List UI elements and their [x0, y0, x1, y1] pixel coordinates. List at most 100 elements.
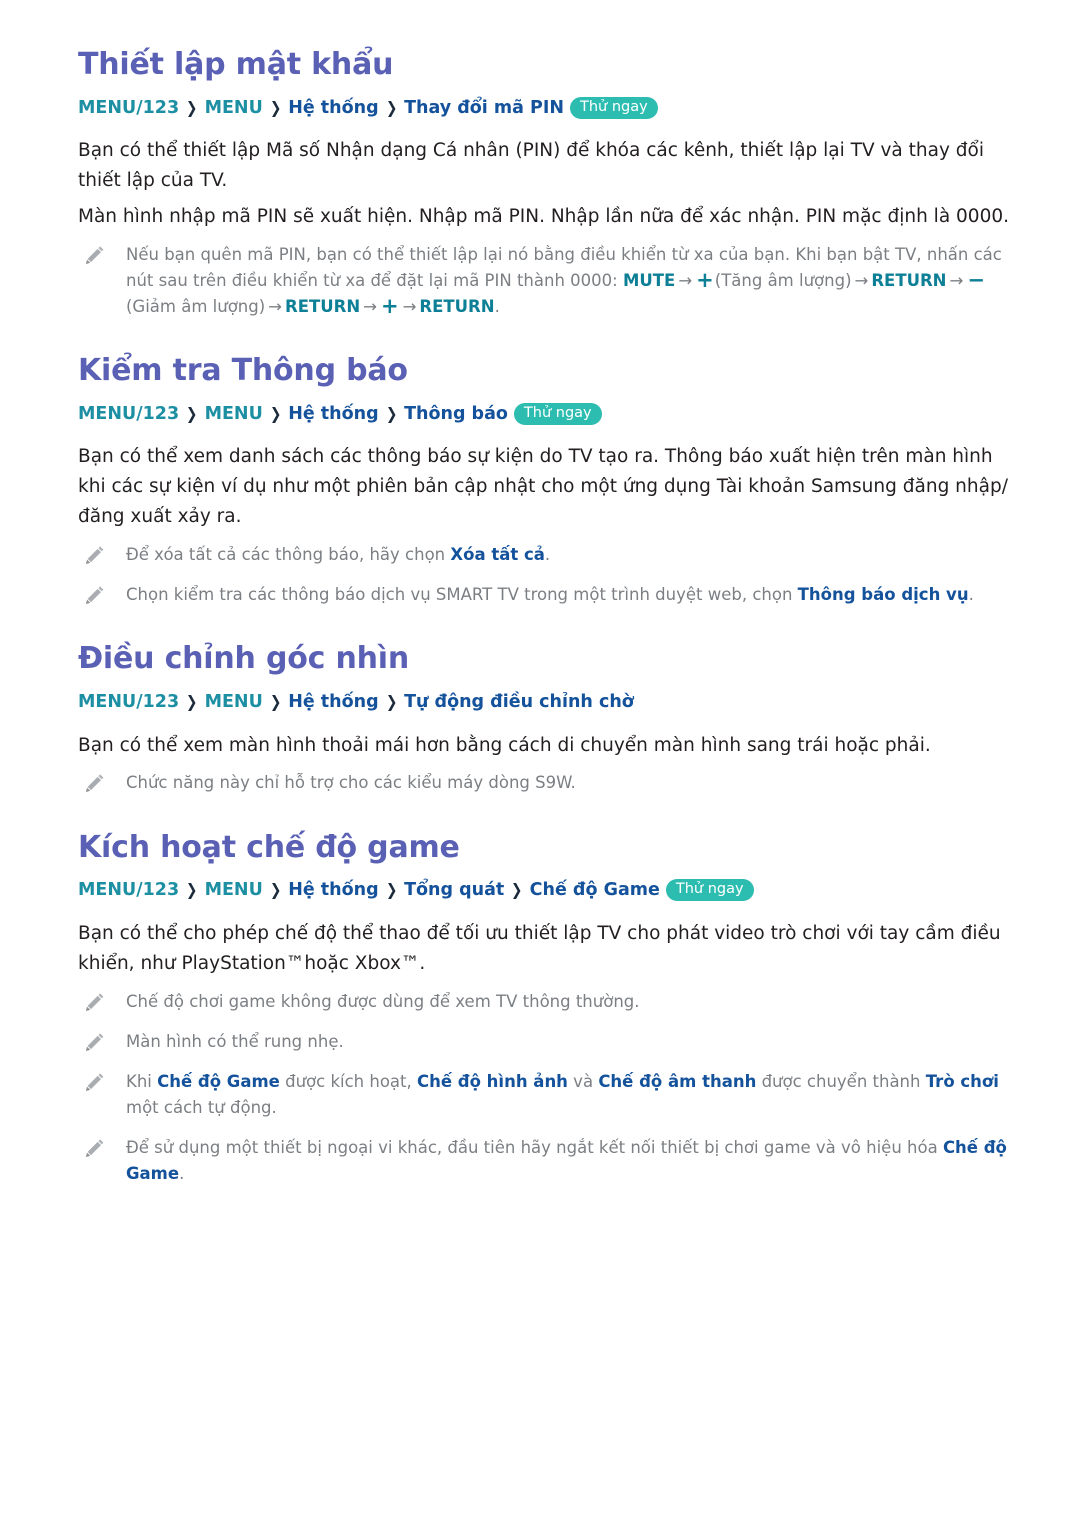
breadcrumb-item[interactable]: MENU: [205, 692, 263, 712]
notes-list: Để xóa tất cả các thông báo, hãy chọn Xó…: [78, 542, 1010, 608]
note-text: Chọn kiểm tra các thông báo dịch vụ SMAR…: [126, 585, 974, 604]
section-heading: Thiết lập mật khẩu: [78, 47, 394, 82]
arrow-separator: →: [402, 297, 417, 317]
text-run: Bạn có thể xem danh sách các thông báo s…: [78, 446, 665, 468]
manual-section: Điều chỉnh góc nhìn MENU/123 ❯ MENU ❯ Hệ thốn…: [78, 642, 1010, 796]
text-run: Chức năng này chỉ hỗ trợ cho các kiểu má…: [126, 773, 576, 793]
note-item: Để sử dụng một thiết bị ngoại vi khác, đ…: [78, 1135, 1010, 1187]
inline-key-term: RETURN: [285, 297, 361, 317]
inline-key-term: RETURN: [871, 271, 947, 291]
text-run: .: [544, 545, 551, 565]
breadcrumb: MENU/123 ❯ MENU ❯ Hệ thống ❯ Tổng quát ❯ Chế độ …: [78, 879, 1010, 903]
note-text: Để xóa tất cả các thông báo, hãy chọn Xó…: [126, 545, 550, 564]
breadcrumb-item[interactable]: Thay đổi mã PIN: [404, 98, 564, 118]
arrow-separator: →: [949, 271, 964, 291]
inline-menu-term: Thông báo dịch vụ: [797, 585, 969, 605]
note-text: Chế độ chơi game không được dùng để xem …: [126, 992, 640, 1011]
text-run: Màn hình có thể rung nhẹ.: [126, 1031, 344, 1051]
breadcrumb-item[interactable]: MENU/123: [78, 98, 179, 118]
chevron-right-icon: ❯: [269, 97, 282, 117]
note-item: Chọn kiểm tra các thông báo dịch vụ SMAR…: [78, 582, 1010, 608]
pencil-icon: [84, 544, 106, 566]
inline-key-term: MUTE: [622, 271, 676, 291]
pencil-icon: [84, 991, 106, 1013]
breadcrumb-item[interactable]: MENU/123: [78, 692, 179, 712]
volume-up-symbol: +: [380, 294, 399, 319]
sections-container: Thiết lập mật khẩu MENU/123 ❯ MENU ❯ Hệ thống…: [78, 47, 1010, 1187]
arrow-separator: →: [268, 297, 282, 317]
chevron-right-icon: ❯: [269, 880, 282, 900]
note-text: Chức năng này chỉ hỗ trợ cho các kiểu má…: [126, 773, 576, 792]
try-now-badge[interactable]: Thử ngay: [570, 96, 658, 119]
breadcrumb-item[interactable]: MENU: [205, 880, 263, 900]
inline-menu-term: Chế độ âm thanh: [598, 1071, 757, 1091]
breadcrumb-item[interactable]: MENU: [205, 404, 263, 424]
chevron-right-icon: ❯: [186, 691, 198, 711]
note-item: Khi Chế độ Game được kích hoạt, Chế độ h…: [78, 1069, 1010, 1121]
note-item: Chức năng này chỉ hỗ trợ cho các kiểu má…: [78, 770, 1010, 796]
breadcrumb-item[interactable]: MENU: [205, 98, 263, 118]
note-item: Để xóa tất cả các thông báo, hãy chọn Xó…: [78, 542, 1010, 568]
pencil-icon: [84, 1071, 106, 1093]
breadcrumb-item[interactable]: Hệ thống: [288, 880, 378, 900]
text-run: một cách tự động.: [126, 1097, 277, 1117]
breadcrumb-item[interactable]: Tự động điều chỉnh chờ: [404, 692, 634, 712]
inline-menu-term: Xóa tất cả: [450, 545, 545, 565]
pencil-icon: [84, 244, 106, 266]
body-paragraph: Bạn có thể thiết lập Mã số Nhận dạng Cá …: [78, 140, 984, 192]
chevron-right-icon: ❯: [385, 97, 398, 117]
breadcrumb-item[interactable]: Hệ thống: [288, 404, 378, 424]
text-run: Để sử dụng một thiết bị ngoại vi khác, đ…: [126, 1137, 943, 1157]
inline-menu-term: Chế độ hình ảnh: [416, 1071, 568, 1091]
breadcrumb-item[interactable]: MENU/123: [78, 404, 179, 424]
breadcrumb-item[interactable]: Thông báo: [404, 404, 508, 424]
text-run: được kích hoạt,: [279, 1071, 417, 1091]
chevron-right-icon: ❯: [186, 97, 198, 117]
breadcrumb: MENU/123 ❯ MENU ❯ Hệ thống ❯ Thông báo Thử ngay: [78, 402, 1010, 427]
breadcrumb: MENU/123 ❯ MENU ❯ Hệ thống ❯ Thay đổi mã PIN Th…: [78, 96, 1010, 121]
breadcrumb-item[interactable]: Chế độ Game: [530, 880, 660, 900]
breadcrumb-item[interactable]: MENU/123: [78, 880, 179, 900]
pencil-icon: [84, 772, 106, 794]
note-text: Để sử dụng một thiết bị ngoại vi khác, đ…: [126, 1138, 1007, 1183]
chevron-right-icon: ❯: [186, 880, 198, 900]
manual-page: Thiết lập mật khẩu MENU/123 ❯ MENU ❯ Hệ thống…: [0, 0, 1080, 1527]
body-paragraph: Bạn có thể xem danh sách các thông báo s…: [78, 442, 1010, 532]
note-item: Màn hình có thể rung nhẹ.: [78, 1029, 1010, 1055]
manual-section: Thiết lập mật khẩu MENU/123 ❯ MENU ❯ Hệ thống…: [78, 47, 1010, 320]
note-text: Khi Chế độ Game được kích hoạt, Chế độ h…: [126, 1072, 999, 1117]
section-heading: Kích hoạt chế độ game: [78, 829, 460, 865]
manual-section: Kiểm tra Thông báo MENU/123 ❯ MENU ❯ Hệ thống…: [78, 354, 1010, 608]
chevron-right-icon: ❯: [269, 691, 282, 711]
arrow-separator: →: [363, 297, 377, 317]
text-run: Chế độ chơi game không được dùng để xem …: [126, 991, 640, 1011]
pencil-icon: [84, 1031, 106, 1053]
note-item: Chế độ chơi game không được dùng để xem …: [78, 989, 1010, 1015]
text-run: .: [179, 1163, 185, 1183]
breadcrumb-item[interactable]: Hệ thống: [288, 98, 378, 118]
text-run: .: [494, 297, 500, 317]
notes-list: Chức năng này chỉ hỗ trợ cho các kiểu má…: [78, 770, 1010, 796]
manual-section: Kích hoạt chế độ game MENU/123 ❯ MENU ❯ Hệ th…: [78, 829, 1010, 1187]
text-run: Khi: [126, 1071, 158, 1091]
body-paragraph: Màn hình nhập mã PIN sẽ xuất hiện. Nhập …: [78, 206, 1009, 228]
try-now-badge[interactable]: Thử ngay: [665, 879, 754, 902]
chevron-right-icon: ❯: [511, 880, 523, 900]
breadcrumb-item[interactable]: Tổng quát: [404, 880, 504, 900]
text-run: Để xóa tất cả các thông báo, hãy chọn: [126, 545, 451, 565]
try-now-badge[interactable]: Thử ngay: [513, 402, 602, 425]
volume-up-symbol: +: [696, 268, 714, 293]
text-run: và: [567, 1071, 599, 1091]
arrow-separator: →: [854, 271, 869, 291]
section-heading: Điều chỉnh góc nhìn: [78, 641, 410, 677]
chevron-right-icon: ❯: [186, 403, 198, 423]
volume-down-symbol: −: [967, 268, 985, 293]
body-paragraph: Bạn có thể xem màn hình thoải mái hơn bằ…: [78, 734, 931, 756]
inline-menu-term: Chế độ Game: [157, 1071, 280, 1091]
notes-list: Nếu bạn quên mã PIN, bạn có thể thiết lậ…: [78, 242, 1010, 320]
section-heading: Kiểm tra Thông báo: [78, 353, 408, 389]
inline-menu-term: Trò chơi: [925, 1071, 999, 1091]
text-run: (Tăng âm lượng): [714, 271, 852, 291]
chevron-right-icon: ❯: [269, 403, 282, 423]
breadcrumb-item[interactable]: Hệ thống: [288, 692, 378, 712]
